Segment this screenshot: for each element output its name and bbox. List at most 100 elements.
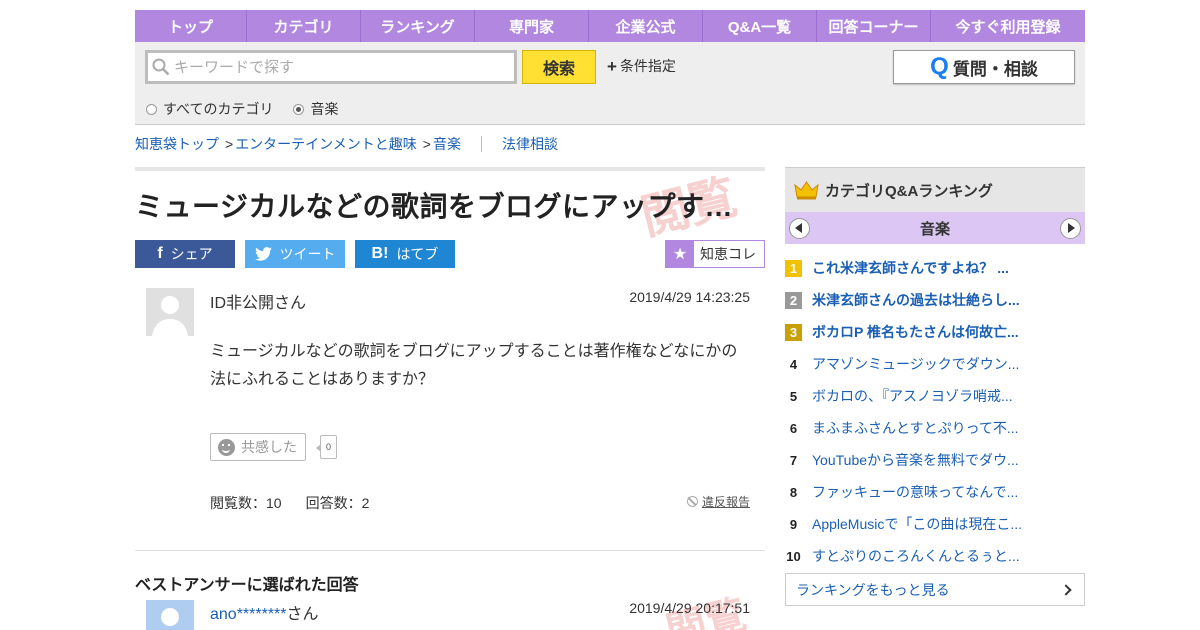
ask-question-label: 質問・相談 [952, 59, 1038, 79]
radio-all-label: すべてのカテゴリ [163, 101, 274, 117]
breadcrumb-separator: > [225, 136, 234, 152]
ranking-item-text: ボカロP 椎名もたさんは何故亡... [812, 324, 1019, 340]
ranking-item[interactable]: 4 アマゾンミュージックでダウン... [785, 348, 1085, 380]
user-silhouette-icon [152, 296, 188, 336]
nav-expert[interactable]: 専門家 [475, 10, 589, 42]
search-area: 検索 + 条件指定 Q 質問・相談 すべてのカテゴリ 音楽 [135, 42, 1085, 125]
more-ranking-button[interactable]: ランキングをもっと見る [785, 573, 1085, 606]
breadcrumb-separator: > [422, 136, 431, 152]
search-icon [152, 58, 170, 76]
question-title: ミュージカルなどの歌詞をブログにアップす… [135, 191, 733, 222]
ranking-item[interactable]: 1 これ米津玄師さんですよね？ ... [785, 252, 1085, 284]
empathy-button[interactable]: 共感した [210, 433, 306, 461]
nav-category[interactable]: カテゴリ [247, 10, 361, 42]
ranking-item[interactable]: 9 AppleMusicで「この曲は現在こ... [785, 508, 1085, 540]
radio-music-label: 音楽 [310, 101, 339, 117]
ranking-item[interactable]: 8 ファッキューの意味ってなんで... [785, 476, 1085, 508]
rank-number: 6 [789, 420, 798, 436]
chevron-right-icon [1060, 583, 1072, 596]
ranking-item[interactable]: 2 米津玄師さんの過去は壮絶らし... [785, 284, 1085, 316]
answer-date: 2019/4/29 20:17:51 [629, 600, 750, 616]
section-divider [135, 550, 765, 551]
ranking-item[interactable]: 3 ボカロP 椎名もたさんは何故亡... [785, 316, 1085, 348]
condition-label: 条件指定 [619, 58, 676, 74]
nav-answer-corner[interactable]: 回答コーナー [817, 10, 931, 42]
ranking-item[interactable]: 6 まふまふさんとすとぷりって不... [785, 412, 1085, 444]
next-category-button[interactable] [1059, 217, 1081, 239]
view-count: 閲覧数：10 [210, 495, 282, 511]
ranking-item-text: これ米津玄師さんですよね？ ... [812, 260, 1009, 276]
nav-ranking[interactable]: ランキング [361, 10, 475, 42]
report-link[interactable]: 違反報告 [686, 493, 750, 510]
ranking-list: 1 これ米津玄師さんですよね？ ... 2 米津玄師さんの過去は壮絶らし... 3ボ… [785, 252, 1085, 572]
prev-category-button[interactable] [789, 217, 810, 239]
twitter-share-button[interactable]: ツイート [245, 240, 345, 268]
share-buttons: f シェア ツイート B! はてブ [135, 240, 455, 268]
empathy-count: 0 [316, 435, 337, 459]
ranking-header: カテゴリQ&Aランキング [785, 167, 1085, 212]
search-button[interactable]: 検索 [522, 50, 596, 84]
answer-user-link[interactable]: ano******** [210, 606, 287, 623]
ranking-item[interactable]: 5 ボカロの、『アスノヨゾラ哨戒... [785, 380, 1085, 412]
answer-avatar [146, 600, 194, 630]
ban-icon [686, 496, 698, 507]
category-scope: すべてのカテゴリ 音楽 [146, 99, 338, 119]
ranking-title: カテゴリQ&Aランキング [825, 182, 993, 200]
nav-official[interactable]: 企業公式 [589, 10, 703, 42]
question-user: ID非公開さん [210, 295, 307, 312]
ranking-item-text: ボカロの、『アスノヨゾラ哨戒... [812, 388, 1013, 404]
ranking-item-text: すとぷりのころんくんとるぅと... [812, 548, 1020, 564]
chiecolle-button[interactable]: ★ 知恵コレ [665, 240, 765, 268]
hatena-label: はてブ [396, 246, 439, 262]
nav-register[interactable]: 今すぐ利用登録 [931, 10, 1085, 42]
radio-music[interactable]: 音楽 [293, 99, 338, 119]
question-main: 閲覧 ミュージカルなどの歌詞をブログにアップす… f シェア ツイート B! は… [135, 167, 765, 630]
nav-qa-list[interactable]: Q&A一覧 [703, 10, 817, 42]
chiecolle-label: 知恵コレ [700, 246, 756, 262]
rank-badge: 1 [785, 259, 802, 277]
facebook-icon: f [157, 245, 163, 262]
search-input[interactable] [170, 53, 514, 81]
ranking-item[interactable]: 7 YouTubeから音楽を無料でダウ... [785, 444, 1085, 476]
breadcrumb-entertainment[interactable]: エンターテインメントと趣味 [235, 134, 417, 154]
facebook-share-button[interactable]: f シェア [135, 240, 235, 268]
ranking-item[interactable]: 10 すとぷりのころんくんとるぅと... [785, 540, 1085, 572]
avatar [146, 288, 194, 336]
ranking-item-text: まふまふさんとすとぷりって不... [812, 420, 1019, 436]
question-date: 2019/4/29 14:23:25 [629, 289, 750, 305]
plus-icon: + [607, 56, 617, 76]
divider [480, 136, 482, 152]
ranking-category-bar: 音楽 [785, 212, 1085, 244]
rank-number: 8 [789, 484, 798, 500]
chevron-left-icon [795, 223, 802, 233]
rank-number: 7 [789, 452, 798, 468]
report-label: 違反報告 [701, 495, 750, 509]
breadcrumb-music[interactable]: 音楽 [433, 134, 461, 154]
chevron-right-icon [1067, 223, 1075, 233]
radio-on-icon [293, 103, 305, 115]
breadcrumb-top[interactable]: 知恵袋トップ [135, 134, 219, 154]
rank-badge: 2 [785, 291, 802, 309]
user-silhouette-icon [161, 608, 179, 626]
hatena-bookmark-button[interactable]: B! はてブ [355, 240, 455, 268]
nav-top[interactable]: トップ [135, 10, 247, 42]
star-icon: ★ [666, 241, 694, 267]
facebook-label: シェア [170, 246, 213, 262]
ranking-sidebar: カテゴリQ&Aランキング 音楽 1 これ米津玄師さんですよね？ ... 2 米津玄師… [785, 167, 1085, 606]
hatena-icon: B! [371, 245, 389, 262]
answer-user: ano********さん [210, 600, 319, 624]
ranking-item-text: ファッキューの意味ってなんで... [812, 484, 1019, 500]
legal-consult-link[interactable]: 法律相談 [502, 134, 558, 154]
q-icon: Q [930, 53, 949, 80]
empathy-label: 共感した [241, 439, 297, 455]
ranking-item-text: YouTubeから音楽を無料でダウ... [812, 452, 1019, 468]
answer-user-suffix: さん [286, 606, 319, 623]
rank-number: 9 [789, 516, 798, 532]
condition-toggle[interactable]: + 条件指定 [607, 56, 676, 76]
ask-question-button[interactable]: Q 質問・相談 [893, 50, 1075, 84]
more-ranking-label: ランキングをもっと見る [796, 581, 950, 598]
question-body: ミュージカルなどの歌詞をブログにアップすることは著作権などなにかの法にふれること… [210, 343, 738, 388]
radio-off-icon [146, 103, 157, 115]
search-box [145, 50, 517, 84]
radio-all-categories[interactable]: すべてのカテゴリ [146, 99, 273, 119]
